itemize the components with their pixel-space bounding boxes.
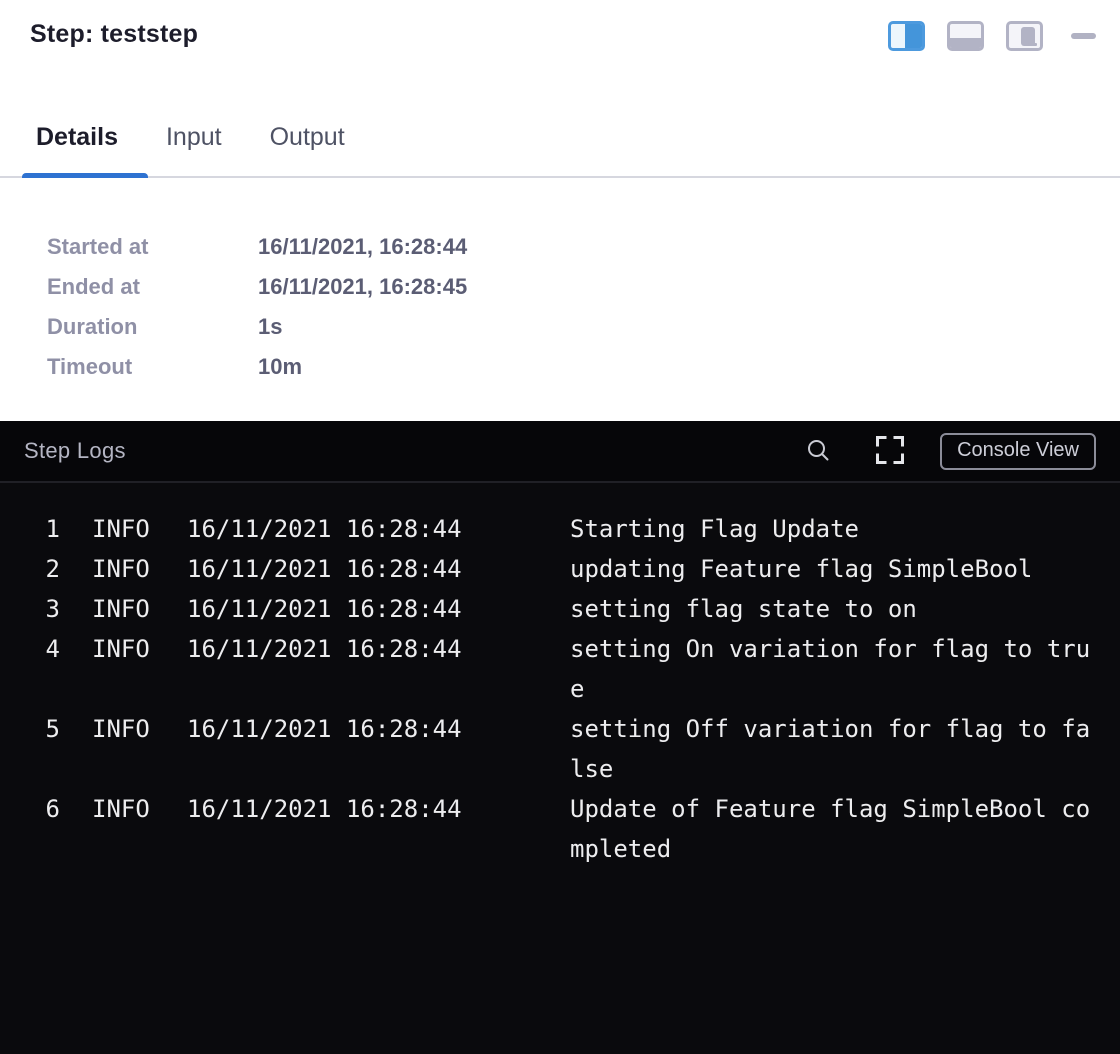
log-level: INFO (60, 709, 187, 789)
log-level: INFO (60, 509, 187, 549)
log-level: INFO (60, 789, 187, 869)
tab-bar: Details Input Output (36, 119, 345, 155)
log-line-number: 6 (24, 789, 60, 869)
console-view-button[interactable]: Console View (940, 433, 1096, 470)
detail-row: Duration 1s (47, 307, 467, 347)
search-icon (806, 438, 830, 465)
log-timestamp: 16/11/2021 16:28:44 (187, 709, 570, 789)
layout-floating-dash (1028, 43, 1037, 46)
log-timestamp: 16/11/2021 16:28:44 (187, 549, 570, 589)
step-details: Started at 16/11/2021, 16:28:44 Ended at… (47, 227, 467, 387)
detail-label-timeout: Timeout (47, 354, 258, 380)
step-logs-panel: Step Logs Console View 1 (0, 421, 1120, 1054)
log-row: 1 INFO 16/11/2021 16:28:44 Starting Flag… (0, 509, 1120, 549)
minimize-icon[interactable] (1071, 33, 1096, 39)
log-row: 6 INFO 16/11/2021 16:28:44 Update of Fea… (0, 789, 1120, 869)
log-message: setting Off variation for flag to false (570, 709, 1097, 789)
log-line-number: 2 (24, 549, 60, 589)
expand-button[interactable] (874, 434, 906, 469)
search-button[interactable] (806, 438, 830, 465)
log-viewer[interactable]: 1 INFO 16/11/2021 16:28:44 Starting Flag… (0, 483, 1120, 869)
log-row: 3 INFO 16/11/2021 16:28:44 setting flag … (0, 589, 1120, 629)
log-level: INFO (60, 549, 187, 589)
detail-row: Started at 16/11/2021, 16:28:44 (47, 227, 467, 267)
log-line-number: 1 (24, 509, 60, 549)
log-row: 4 INFO 16/11/2021 16:28:44 setting On va… (0, 629, 1120, 709)
active-tab-underline (22, 173, 148, 178)
window-layout-controls (888, 20, 1096, 51)
log-message: Starting Flag Update (570, 509, 1097, 549)
detail-label-duration: Duration (47, 314, 258, 340)
log-message: setting On variation for flag to true (570, 629, 1097, 709)
log-message: Update of Feature flag SimpleBool comple… (570, 789, 1097, 869)
expand-fullscreen-icon (874, 434, 906, 469)
tab-input[interactable]: Input (166, 119, 222, 155)
log-line-number: 4 (24, 629, 60, 709)
layout-floating-icon[interactable] (1006, 21, 1043, 51)
layout-bottom-icon[interactable] (947, 21, 984, 51)
step-panel: Step: teststep Details Input Output Star… (0, 0, 1120, 421)
log-timestamp: 16/11/2021 16:28:44 (187, 589, 570, 629)
layout-bottom-fill (950, 38, 981, 48)
detail-value-ended-at: 16/11/2021, 16:28:45 (258, 274, 467, 300)
page-title: Step: teststep (30, 20, 198, 49)
log-timestamp: 16/11/2021 16:28:44 (187, 629, 570, 709)
detail-row: Timeout 10m (47, 347, 467, 387)
log-level: INFO (60, 629, 187, 709)
step-logs-title: Step Logs (24, 438, 806, 464)
tab-output[interactable]: Output (270, 119, 345, 155)
step-logs-header: Step Logs Console View (0, 421, 1120, 483)
log-timestamp: 16/11/2021 16:28:44 (187, 789, 570, 869)
detail-label-started-at: Started at (47, 234, 258, 260)
log-row: 5 INFO 16/11/2021 16:28:44 setting Off v… (0, 709, 1120, 789)
log-timestamp: 16/11/2021 16:28:44 (187, 509, 570, 549)
detail-value-timeout: 10m (258, 354, 467, 380)
log-row: 2 INFO 16/11/2021 16:28:44 updating Feat… (0, 549, 1120, 589)
detail-value-duration: 1s (258, 314, 467, 340)
log-line-number: 5 (24, 709, 60, 789)
tab-separator (0, 176, 1120, 178)
layout-split-right-icon[interactable] (888, 21, 925, 51)
tab-details[interactable]: Details (36, 119, 118, 155)
log-message: setting flag state to on (570, 589, 1097, 629)
detail-row: Ended at 16/11/2021, 16:28:45 (47, 267, 467, 307)
log-line-number: 3 (24, 589, 60, 629)
detail-label-ended-at: Ended at (47, 274, 258, 300)
log-level: INFO (60, 589, 187, 629)
panel-header: Step: teststep (30, 20, 1096, 51)
log-message: updating Feature flag SimpleBool (570, 549, 1097, 589)
detail-value-started-at: 16/11/2021, 16:28:44 (258, 234, 467, 260)
layout-split-right-fill (905, 24, 922, 48)
